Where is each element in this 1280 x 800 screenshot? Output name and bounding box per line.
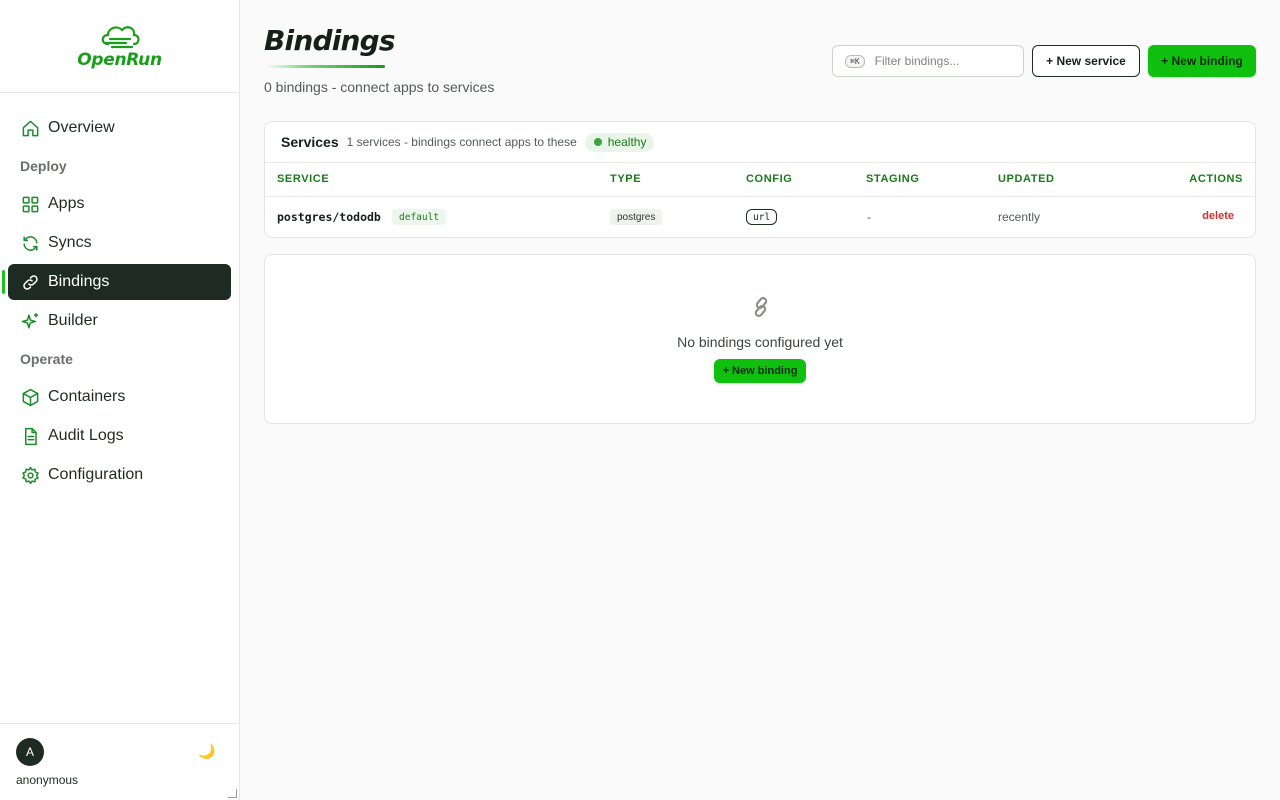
user-panel: A anonymous 🌙 xyxy=(0,723,239,800)
service-name[interactable]: postgres/tododb xyxy=(277,210,381,224)
column-header-staging[interactable]: STAGING xyxy=(866,173,920,185)
type-badge: postgres xyxy=(610,209,663,225)
avatar[interactable]: A xyxy=(16,738,44,766)
sidebar-nav: Overview Deploy Apps Syncs Bindings Buil… xyxy=(0,93,239,493)
column-header-service[interactable]: SERVICE xyxy=(277,173,329,185)
new-binding-empty-button[interactable]: + New binding xyxy=(714,359,806,383)
services-card: Services 1 services - bindings connect a… xyxy=(264,121,1256,238)
staging-value: - xyxy=(867,210,871,224)
default-badge: default xyxy=(392,209,447,225)
new-binding-button[interactable]: + New binding xyxy=(1148,45,1256,77)
status-label: healthy xyxy=(607,135,647,149)
sidebar-item-label: Apps xyxy=(48,195,85,212)
gear-icon xyxy=(20,465,40,485)
column-header-config[interactable]: CONFIG xyxy=(746,173,792,185)
document-icon xyxy=(20,426,40,446)
services-subtitle: 1 services - bindings connect apps to th… xyxy=(346,135,577,149)
sidebar-item-label: Builder xyxy=(48,312,98,329)
filter-box[interactable]: ⌘K xyxy=(832,45,1024,77)
status-dot-icon xyxy=(593,138,602,146)
sidebar-item-label: Overview xyxy=(48,119,115,136)
sidebar-item-syncs[interactable]: Syncs xyxy=(8,225,231,261)
sidebar-item-configuration[interactable]: Configuration xyxy=(8,457,231,493)
box-icon xyxy=(20,387,40,407)
cloud-logo-icon xyxy=(101,26,140,49)
delete-link[interactable]: delete xyxy=(1202,210,1234,222)
table-row[interactable]: postgres/tododb default postgres url - r… xyxy=(265,197,1255,237)
grid-icon xyxy=(20,194,40,214)
sparkle-icon xyxy=(20,311,40,331)
services-header: Services 1 services - bindings connect a… xyxy=(265,122,1255,163)
table-header: SERVICE TYPE CONFIG STAGING UPDATED ACTI… xyxy=(265,163,1255,197)
main-content: Bindings 0 bindings - connect apps to se… xyxy=(240,0,1280,800)
services-title: Services xyxy=(281,134,339,150)
sidebar-item-label: Configuration xyxy=(48,466,144,483)
page-subtitle: 0 bindings - connect apps to services xyxy=(264,79,495,95)
sidebar-item-label: Containers xyxy=(48,388,126,405)
username: anonymous xyxy=(16,773,79,787)
sidebar-item-bindings[interactable]: Bindings xyxy=(2,264,231,300)
refresh-icon xyxy=(20,233,40,253)
column-header-type[interactable]: TYPE xyxy=(610,173,641,185)
sidebar-item-label: Syncs xyxy=(48,234,92,251)
resize-handle[interactable] xyxy=(228,789,237,798)
status-badge: healthy xyxy=(584,132,655,152)
updated-value: recently xyxy=(998,210,1041,224)
sidebar-item-label: Bindings xyxy=(48,273,110,290)
link-icon xyxy=(20,272,40,292)
shortcut-badge: ⌘K xyxy=(845,54,865,68)
page-title: Bindings xyxy=(264,24,396,57)
empty-message: No bindings configured yet xyxy=(677,334,843,350)
link-icon xyxy=(754,296,768,318)
brand-logo[interactable]: OpenRun xyxy=(0,0,239,93)
nav-section-deploy: Deploy xyxy=(20,158,67,174)
column-header-updated[interactable]: UPDATED xyxy=(998,173,1055,185)
sidebar-item-builder[interactable]: Builder xyxy=(8,303,231,339)
home-icon xyxy=(20,118,40,138)
column-header-actions: ACTIONS xyxy=(1189,173,1243,185)
config-badge[interactable]: url xyxy=(746,209,778,225)
nav-section-operate: Operate xyxy=(20,351,73,367)
sidebar-item-overview[interactable]: Overview xyxy=(8,110,231,146)
filter-input[interactable] xyxy=(874,54,1005,68)
new-service-button[interactable]: + New service xyxy=(1032,45,1140,77)
moon-icon[interactable]: 🌙 xyxy=(198,743,215,760)
sidebar-item-audit-logs[interactable]: Audit Logs xyxy=(8,418,231,454)
sidebar-item-label: Audit Logs xyxy=(48,427,124,444)
brand-name: OpenRun xyxy=(77,50,162,70)
sidebar-item-apps[interactable]: Apps xyxy=(8,186,231,222)
bindings-empty-state: No bindings configured yet + New binding xyxy=(264,254,1256,424)
sidebar: OpenRun Overview Deploy Apps Syncs Bindi… xyxy=(0,0,240,800)
sidebar-item-containers[interactable]: Containers xyxy=(8,379,231,415)
title-underline xyxy=(264,65,385,68)
